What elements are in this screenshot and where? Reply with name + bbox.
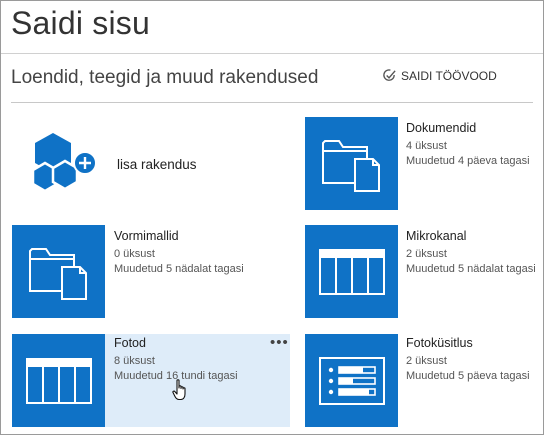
app-info-fotokusitlus: Fotoküsitlus 2 üksust Muudetud 5 päeva t… bbox=[406, 336, 530, 384]
app-item-count: 4 üksust bbox=[406, 140, 447, 152]
app-modified: Muudetud 4 päeva tagasi bbox=[406, 155, 530, 167]
site-workflows-link[interactable]: SAIDI TÖÖVOOD bbox=[382, 68, 497, 83]
app-info-dokumendid: Dokumendid 4 üksust Muudetud 4 päeva tag… bbox=[406, 121, 530, 169]
hand-cursor-icon bbox=[172, 379, 190, 406]
header-divider bbox=[1, 53, 543, 54]
app-info-fotod: Fotod 8 üksust Muudetud 16 tundi tagasi bbox=[114, 336, 238, 384]
app-tile-vormimallid[interactable] bbox=[12, 225, 105, 318]
app-item-count: 0 üksust bbox=[114, 248, 155, 260]
app-name[interactable]: Vormimallid bbox=[114, 229, 244, 243]
app-tile-fotod[interactable] bbox=[12, 334, 105, 427]
app-item-count: 8 üksust bbox=[114, 355, 155, 367]
add-app-link[interactable]: lisa rakendus bbox=[117, 157, 197, 172]
app-name[interactable]: Fotoküsitlus bbox=[406, 336, 530, 350]
app-modified: Muudetud 5 nädalat tagasi bbox=[114, 263, 244, 275]
app-info-vormimallid: Vormimallid 0 üksust Muudetud 5 nädalat … bbox=[114, 229, 244, 277]
more-options-button[interactable]: ••• bbox=[270, 334, 289, 351]
app-tile-mikrokanal[interactable] bbox=[305, 225, 398, 318]
app-name[interactable]: Fotod bbox=[114, 336, 238, 350]
app-name[interactable]: Dokumendid bbox=[406, 121, 530, 135]
section-heading: Loendid, teegid ja muud rakendused bbox=[11, 67, 319, 88]
app-tile-fotokusitlus[interactable] bbox=[305, 334, 398, 427]
form-templates-icon bbox=[28, 247, 87, 300]
app-tile-dokumendid[interactable] bbox=[305, 117, 398, 210]
app-modified: Muudetud 5 päeva tagasi bbox=[406, 370, 530, 382]
document-library-icon bbox=[321, 139, 380, 192]
app-name[interactable]: Mikrokanal bbox=[406, 229, 536, 243]
app-info-mikrokanal: Mikrokanal 2 üksust Muudetud 5 nädalat t… bbox=[406, 229, 536, 277]
page-title: Saidi sisu bbox=[11, 5, 150, 41]
site-contents-page: Saidi sisu Loendid, teegid ja muud raken… bbox=[0, 0, 544, 435]
add-app-icon[interactable] bbox=[31, 133, 99, 200]
app-item-count: 2 üksust bbox=[406, 355, 447, 367]
list-icon bbox=[25, 357, 92, 404]
survey-icon bbox=[318, 356, 385, 405]
workflow-check-icon bbox=[383, 69, 396, 81]
app-modified: Muudetud 5 nädalat tagasi bbox=[406, 263, 536, 275]
list-icon bbox=[318, 248, 385, 295]
site-workflows-label: SAIDI TÖÖVOOD bbox=[401, 68, 497, 83]
app-item-count: 2 üksust bbox=[406, 248, 447, 260]
section-divider bbox=[11, 102, 533, 103]
